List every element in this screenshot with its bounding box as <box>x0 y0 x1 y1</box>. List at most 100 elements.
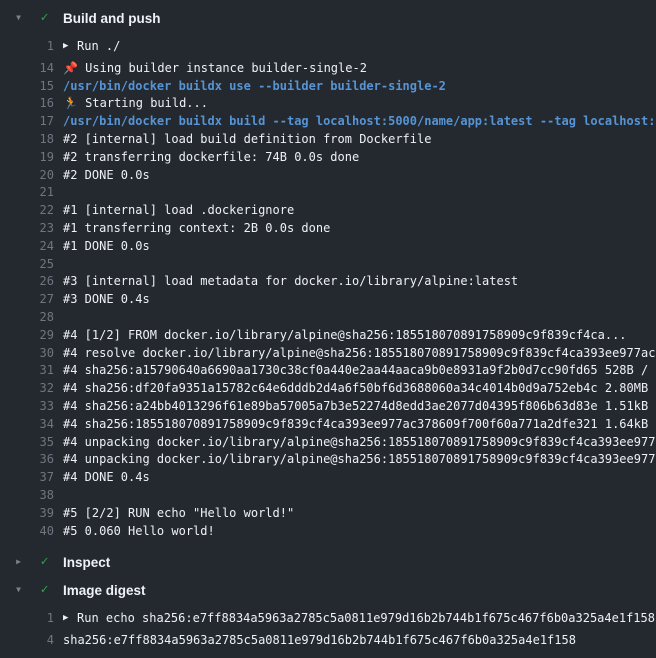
log-line: 31 #4 sha256:a15790640a6690aa1730c38cf0a4… <box>0 362 656 380</box>
line-number[interactable]: 37 <box>0 469 54 487</box>
line-number[interactable]: 36 <box>0 451 54 469</box>
log-line: 15/usr/bin/docker buildx use --builder b… <box>0 78 656 96</box>
log-line-text: #4 sha256:a15790640a6690aa1730c38cf0a440… <box>63 362 656 380</box>
log-line-text: sha256:e7ff8834a5963a2785c5a0811e979d16b… <box>63 632 576 650</box>
line-number[interactable]: 19 <box>0 149 54 167</box>
log-line: 26 #3 [internal] load metadata for docker… <box>0 273 656 291</box>
log-line: 20 #2 DONE 0.0s <box>0 167 656 185</box>
log-line-text: #3 [internal] load metadata for docker.i… <box>63 273 518 291</box>
log-line-text: #2 DONE 0.0s <box>63 167 150 185</box>
log-line-text: Run ./ <box>77 38 120 56</box>
log-line: 1▶Run echo sha256:e7ff8834a5963a2785c5a0… <box>0 610 656 628</box>
log-line: 37 #4 DONE 0.4s <box>0 469 656 487</box>
log-line-text: /usr/bin/docker buildx build --tag local… <box>63 113 656 131</box>
log-line: 4 sha256:e7ff8834a5963a2785c5a0811e979d16… <box>0 632 656 650</box>
log-line: 32 #4 sha256:df20fa9351a15782c64e6dddb2d4… <box>0 380 656 398</box>
log-line: 16 🏃 Starting build... <box>0 95 656 113</box>
log-line: 28 <box>0 309 656 327</box>
chevron-right-icon[interactable]: ▶ <box>13 554 24 570</box>
workflow-log-viewer: ▼✓Build and push1▶Run ./14📌 Using builde… <box>0 0 656 650</box>
line-number[interactable]: 40 <box>0 523 54 541</box>
line-number[interactable]: 14 <box>0 60 54 78</box>
line-number[interactable]: 25 <box>0 256 54 274</box>
log-line: 38 <box>0 487 656 505</box>
log-line: 25 <box>0 256 656 274</box>
line-number[interactable]: 15 <box>0 78 54 96</box>
log-line-text: #3 DONE 0.4s <box>63 291 150 309</box>
log-line: 35 #4 unpacking docker.io/library/alpine@… <box>0 434 656 452</box>
log-line: 17/usr/bin/docker buildx build --tag loc… <box>0 113 656 131</box>
section-header-image-digest[interactable]: ▼ ✓ Image digest <box>0 582 656 598</box>
log-line-text: #5 0.060 Hello world! <box>63 523 215 541</box>
line-number[interactable]: 22 <box>0 202 54 220</box>
log-line-text: #4 resolve docker.io/library/alpine@sha2… <box>63 345 656 363</box>
line-number[interactable]: 20 <box>0 167 54 185</box>
line-number[interactable]: 18 <box>0 131 54 149</box>
line-number[interactable]: 1 <box>0 38 54 56</box>
log-line: 1 ▶ Run ./ <box>0 38 656 56</box>
line-number[interactable]: 30 <box>0 345 54 363</box>
section-title: Build and push <box>63 11 161 26</box>
line-number[interactable]: 28 <box>0 309 54 327</box>
log-line: 40 #5 0.060 Hello world! <box>0 523 656 541</box>
log-line-text: /usr/bin/docker buildx use --builder bui… <box>63 78 446 96</box>
expand-arrow-icon[interactable]: ▶ <box>63 38 72 56</box>
log-line-text: #1 transferring context: 2B 0.0s done <box>63 220 330 238</box>
section-title: Image digest <box>63 583 146 598</box>
line-number[interactable]: 16 <box>0 95 54 113</box>
log-line: 18 #2 [internal] load build definition fr… <box>0 131 656 149</box>
log-line-text: #2 transferring dockerfile: 74B 0.0s don… <box>63 149 359 167</box>
line-number[interactable]: 1 <box>0 610 54 628</box>
line-number[interactable]: 27 <box>0 291 54 309</box>
log-line: 14 📌 Using builder instance builder-singl… <box>0 60 656 78</box>
log-line-text: #4 sha256:df20fa9351a15782c64e6dddb2d4a6… <box>63 380 656 398</box>
log-line: 29 #4 [1/2] FROM docker.io/library/alpine… <box>0 327 656 345</box>
line-number[interactable]: 21 <box>0 184 54 202</box>
log-line-text: #4 DONE 0.4s <box>63 469 150 487</box>
line-number[interactable]: 34 <box>0 416 54 434</box>
line-number[interactable]: 32 <box>0 380 54 398</box>
log-line: 36 #4 unpacking docker.io/library/alpine@… <box>0 451 656 469</box>
line-number[interactable]: 24 <box>0 238 54 256</box>
line-number[interactable]: 39 <box>0 505 54 523</box>
log-line: 34 #4 sha256:185518070891758909c9f839cf4c… <box>0 416 656 434</box>
log-line-text: #1 [internal] load .dockerignore <box>63 202 294 220</box>
chevron-down-icon[interactable]: ▼ <box>13 582 24 598</box>
section-header-inspect[interactable]: ▶ ✓ Inspect <box>0 554 656 570</box>
log-line-text: #1 DONE 0.0s <box>63 238 150 256</box>
log-line: 21 <box>0 184 656 202</box>
section-title: Inspect <box>63 555 110 570</box>
chevron-down-icon[interactable]: ▼ <box>13 10 24 26</box>
log-line-text: 🏃 Starting build... <box>63 95 208 113</box>
log-line-text: #4 sha256:a24bb4013296f61e89ba57005a7b3e… <box>63 398 656 416</box>
line-number[interactable]: 31 <box>0 362 54 380</box>
section-body-image-digest: 1▶Run echo sha256:e7ff8834a5963a2785c5a0… <box>0 610 656 650</box>
log-line: 24 #1 DONE 0.0s <box>0 238 656 256</box>
log-line: 19 #2 transferring dockerfile: 74B 0.0s d… <box>0 149 656 167</box>
check-success-icon: ✓ <box>37 582 52 598</box>
log-line-text: #4 unpacking docker.io/library/alpine@sh… <box>63 434 656 452</box>
log-line-text: #4 [1/2] FROM docker.io/library/alpine@s… <box>63 327 627 345</box>
log-line: 30 #4 resolve docker.io/library/alpine@sh… <box>0 345 656 363</box>
log-line: 39 #5 [2/2] RUN echo "Hello world!" <box>0 505 656 523</box>
expand-arrow-icon[interactable]: ▶ <box>63 610 72 628</box>
log-line-text: #4 sha256:185518070891758909c9f839cf4ca3… <box>63 416 656 434</box>
line-number[interactable]: 29 <box>0 327 54 345</box>
log-line: 23 #1 transferring context: 2B 0.0s done <box>0 220 656 238</box>
line-number[interactable]: 4 <box>0 632 54 650</box>
log-line-text: 📌 Using builder instance builder-single-… <box>63 60 367 78</box>
line-number[interactable]: 23 <box>0 220 54 238</box>
section-header-build-and-push[interactable]: ▼ ✓ Build and push <box>0 10 656 26</box>
line-number[interactable]: 33 <box>0 398 54 416</box>
line-number[interactable]: 35 <box>0 434 54 452</box>
log-line: 33 #4 sha256:a24bb4013296f61e89ba57005a7b… <box>0 398 656 416</box>
log-line-text: #4 unpacking docker.io/library/alpine@sh… <box>63 451 656 469</box>
log-line-text: #2 [internal] load build definition from… <box>63 131 431 149</box>
check-success-icon: ✓ <box>37 10 52 26</box>
line-number[interactable]: 17 <box>0 113 54 131</box>
line-number[interactable]: 38 <box>0 487 54 505</box>
line-number[interactable]: 26 <box>0 273 54 291</box>
log-line: 22 #1 [internal] load .dockerignore <box>0 202 656 220</box>
check-success-icon: ✓ <box>37 554 52 570</box>
log-line-text: #5 [2/2] RUN echo "Hello world!" <box>63 505 294 523</box>
